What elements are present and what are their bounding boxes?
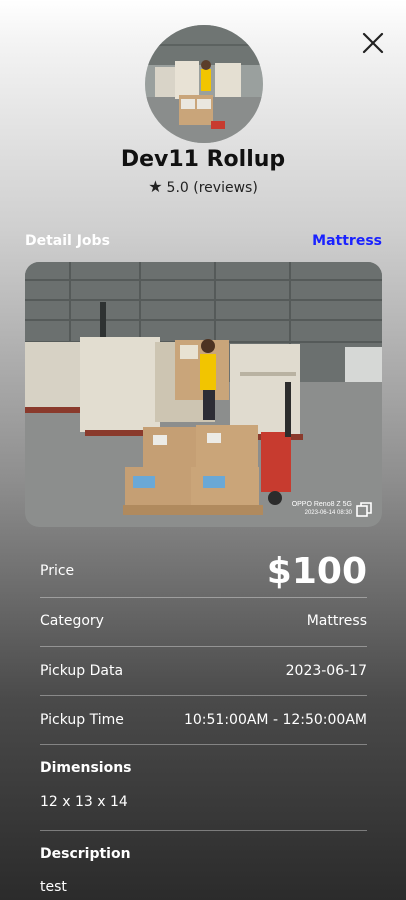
divider <box>40 646 367 647</box>
job-photo-image <box>25 262 382 527</box>
divider <box>40 695 367 696</box>
dimensions-value: 12 x 13 x 14 <box>40 794 128 810</box>
divider <box>40 597 367 598</box>
profile-name: Dev11 Rollup <box>120 147 286 172</box>
price-row: Price $100 <box>40 548 367 594</box>
detail-jobs-label: Detail Jobs <box>25 233 110 249</box>
rating-text: 5.0 (reviews) <box>166 180 258 196</box>
divider <box>40 744 367 745</box>
price-value: $100 <box>266 550 367 592</box>
category-link[interactable]: Mattress <box>312 233 382 249</box>
avatar-photo <box>145 25 263 143</box>
category-value: Mattress <box>306 613 367 629</box>
pickup-date-value: 2023-06-17 <box>285 663 367 679</box>
category-row: Category Mattress <box>40 610 367 632</box>
close-icon <box>362 32 384 54</box>
price-label: Price <box>40 563 75 579</box>
divider <box>40 830 367 831</box>
watermark-device: OPPO Reno8 Z 5G <box>291 501 352 508</box>
description-value: test <box>40 879 67 895</box>
job-photo: OPPO Reno8 Z 5G 2023-06-14 08:30 <box>25 262 382 527</box>
category-label: Category <box>40 613 104 629</box>
pickup-date-label: Pickup Data <box>40 663 124 679</box>
watermark-time: 2023-06-14 08:30 <box>304 510 352 516</box>
expand-icon[interactable] <box>356 502 372 518</box>
pickup-time-row: Pickup Time 10:51:00AM - 12:50:00AM <box>40 709 367 731</box>
avatar <box>145 25 263 143</box>
dimensions-label: Dimensions <box>40 760 132 776</box>
photo-watermark: OPPO Reno8 Z 5G 2023-06-14 08:30 <box>292 501 352 517</box>
close-button[interactable] <box>360 30 386 56</box>
description-label: Description <box>40 846 131 862</box>
pickup-date-row: Pickup Data 2023-06-17 <box>40 660 367 682</box>
pickup-time-value: 10:51:00AM - 12:50:00AM <box>183 712 367 728</box>
star-icon: ★ <box>148 177 163 196</box>
pickup-time-label: Pickup Time <box>40 712 124 728</box>
rating: ★ 5.0 (reviews) <box>0 177 406 196</box>
